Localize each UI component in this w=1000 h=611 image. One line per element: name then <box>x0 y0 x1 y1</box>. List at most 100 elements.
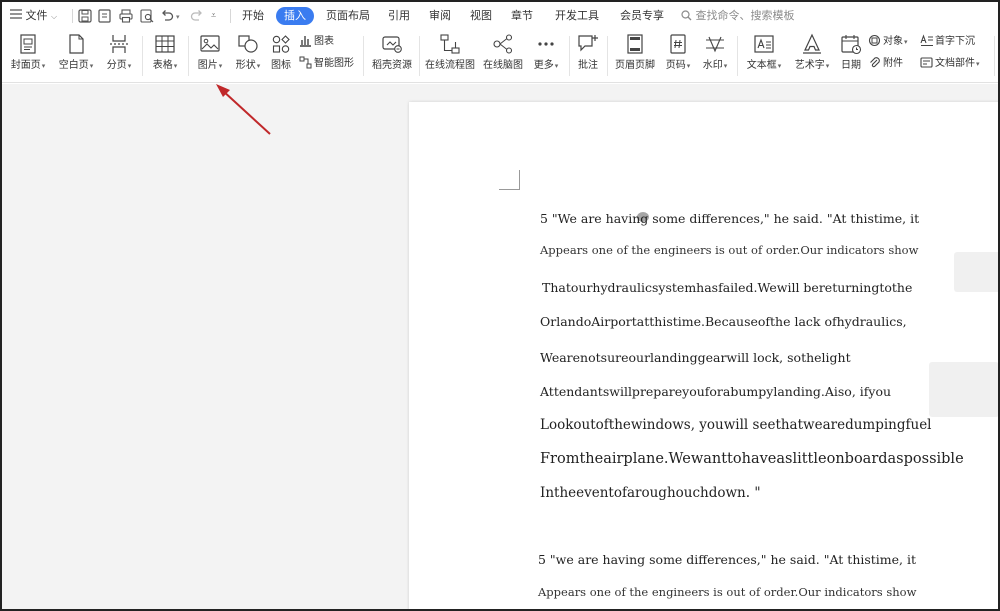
blank-page-icon <box>65 33 87 55</box>
insert-ribbon: 封面页▾ 空白页▾ 分页▾ 表格▾ 图片▾ 形状▾ 图标 图表 智能图形 稻壳资… <box>2 30 998 83</box>
save-as-icon[interactable] <box>98 8 114 24</box>
online-flowchart-label: 在线流程图 <box>425 60 475 71</box>
date-button[interactable]: 日期 <box>838 33 864 73</box>
undo-icon[interactable] <box>160 8 176 24</box>
page-break-button[interactable]: 分页▾ <box>102 33 136 73</box>
table-button[interactable]: 表格▾ <box>148 33 182 73</box>
picture-icon <box>199 33 221 55</box>
word-art-button[interactable]: 艺术字▾ <box>791 33 833 73</box>
watermark-icon <box>704 33 726 55</box>
drop-cap-button[interactable]: 首字下沉 <box>920 34 975 50</box>
caret-down-icon: ▾ <box>554 62 559 70</box>
header-footer-button[interactable]: 页眉页脚 <box>612 33 658 73</box>
icon-library-label: 图标 <box>271 60 291 71</box>
picture-button[interactable]: 图片▾ <box>193 33 227 73</box>
caret-down-icon: ▾ <box>723 62 728 70</box>
undo-dropdown-icon[interactable]: ▾ <box>176 7 180 27</box>
comment-button[interactable]: 批注 <box>574 33 602 73</box>
command-search[interactable]: 查找命令、搜索模板 <box>681 6 795 26</box>
text-box-icon <box>753 33 775 55</box>
tab-page-layout[interactable]: 页面布局 <box>326 6 370 26</box>
online-flowchart-button[interactable]: 在线流程图 <box>423 33 477 73</box>
page-break-icon <box>108 33 130 55</box>
more-button[interactable]: 更多▾ <box>529 33 563 73</box>
document-parts-icon <box>920 57 935 69</box>
date-label: 日期 <box>841 60 861 71</box>
object-icon <box>868 34 883 47</box>
document-line: Appears one of the engineers is out of o… <box>538 585 917 599</box>
tab-developer-tools[interactable]: 开发工具 <box>555 6 599 26</box>
file-menu[interactable]: 文件 ⌵ <box>10 6 57 26</box>
table-icon <box>154 33 176 55</box>
tab-member-exclusive[interactable]: 会员专享 <box>620 6 664 26</box>
watermark-button[interactable]: 水印▾ <box>698 33 732 73</box>
document-parts-label: 文档部件 <box>935 58 975 69</box>
caret-down-icon: ▾ <box>173 62 178 70</box>
page-number-icon <box>667 33 689 55</box>
docer-resources-icon <box>381 33 403 55</box>
mindmap-icon <box>492 33 514 55</box>
icon-library-icon <box>270 33 292 55</box>
tab-review[interactable]: 审阅 <box>429 6 451 26</box>
document-line: 5 "we are having some differences," he s… <box>538 552 917 567</box>
customize-toolbar-icon[interactable]: ⩡ <box>211 6 216 26</box>
document-page[interactable]: 5 "We are having some differences," he s… <box>409 102 998 609</box>
document-line: Fromtheairplane.Wewanttohaveaslittleonbo… <box>540 451 964 467</box>
shape-label: 形状 <box>235 60 256 71</box>
print-icon[interactable] <box>119 8 135 24</box>
blank-page-label: 空白页 <box>58 60 89 71</box>
smart-graphic-button[interactable]: 智能图形 <box>299 56 354 72</box>
chart-label: 图表 <box>314 36 334 47</box>
caret-down-icon: ▾ <box>127 62 132 70</box>
more-dots-icon <box>535 33 557 55</box>
watermark-label: 水印 <box>702 60 723 71</box>
search-placeholder: 查找命令、搜索模板 <box>695 9 795 22</box>
table-label: 表格 <box>152 60 173 71</box>
docer-resources-button[interactable]: 稻壳资源 <box>369 33 415 73</box>
document-line: OrlandoAirportatthistime.Becauseofthe la… <box>540 314 907 329</box>
print-preview-icon[interactable] <box>140 8 156 24</box>
more-label: 更多 <box>533 60 554 71</box>
menu-divider <box>230 9 231 23</box>
smart-graphic-label: 智能图形 <box>314 58 354 69</box>
icon-library-button[interactable]: 图标 <box>268 33 294 73</box>
attachment-button[interactable]: 附件 <box>868 56 903 72</box>
object-button[interactable]: 对象▾ <box>868 34 908 50</box>
caret-down-icon: ▾ <box>686 62 691 70</box>
ribbon-divider <box>419 36 420 76</box>
app-window: 文件 ⌵ ▾ ⩡ 开始 插入 页面布局 引用 审阅 视图 章节 开发工具 会员专… <box>0 0 1000 611</box>
shape-button[interactable]: 形状▾ <box>231 33 265 73</box>
tab-references[interactable]: 引用 <box>388 6 410 26</box>
document-line: Wearenotsureourlandinggearwill lock, sot… <box>540 350 851 365</box>
document-line: Intheeventofaroughouchdown. " <box>540 485 761 501</box>
document-line: Appears one of the engineers is out of o… <box>540 243 919 257</box>
document-parts-button[interactable]: 文档部件▾ <box>920 56 980 72</box>
redo-icon[interactable] <box>190 8 206 24</box>
cover-page-icon <box>17 33 39 55</box>
cover-page-button[interactable]: 封面页▾ <box>8 33 48 73</box>
ribbon-divider <box>363 36 364 76</box>
scan-shadow <box>929 362 998 417</box>
save-icon[interactable] <box>78 8 94 24</box>
drop-cap-icon <box>920 34 935 47</box>
chevron-down-icon: ⌵ <box>51 12 58 21</box>
tab-home[interactable]: 开始 <box>242 6 264 26</box>
header-footer-label: 页眉页脚 <box>615 60 655 71</box>
bar-chart-icon <box>299 36 314 47</box>
picture-label: 图片 <box>197 60 218 71</box>
text-box-label: 文本框 <box>746 60 777 71</box>
comment-icon <box>577 33 599 55</box>
document-canvas[interactable]: 5 "We are having some differences," he s… <box>2 84 998 609</box>
chart-button[interactable]: 图表 <box>299 34 334 50</box>
caret-down-icon: ▾ <box>89 62 94 70</box>
page-number-button[interactable]: 页码▾ <box>662 33 694 73</box>
ribbon-divider <box>142 36 143 76</box>
text-box-button[interactable]: 文本框▾ <box>743 33 785 73</box>
tab-insert[interactable]: 插入 <box>276 7 314 25</box>
blank-page-button[interactable]: 空白页▾ <box>56 33 96 73</box>
online-mindmap-button[interactable]: 在线脑图 <box>482 33 524 73</box>
paperclip-icon <box>868 57 883 69</box>
tab-view[interactable]: 视图 <box>470 6 492 26</box>
tab-chapter[interactable]: 章节 <box>511 6 533 26</box>
ribbon-divider <box>737 36 738 76</box>
